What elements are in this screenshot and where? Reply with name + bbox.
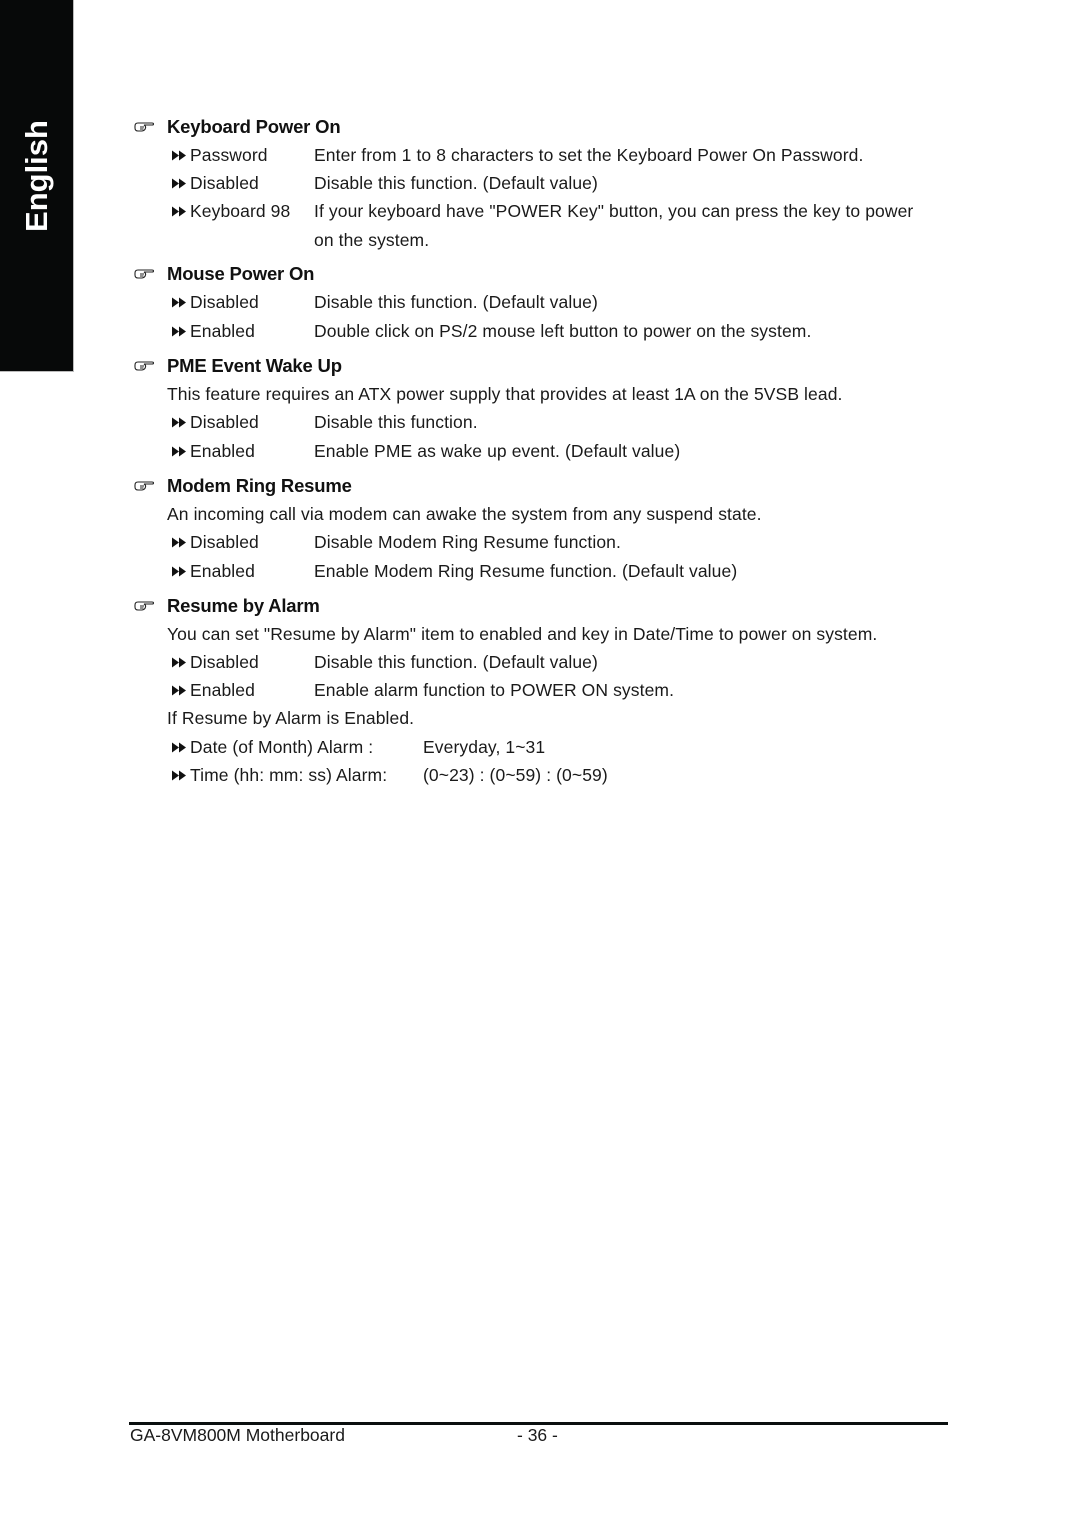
option-label: Disabled	[171, 652, 259, 673]
double-arrow-bullet-icon	[171, 178, 187, 189]
section-title: Modem Ring Resume	[167, 475, 352, 496]
option-description: If your keyboard have "POWER Key" button…	[314, 201, 914, 221]
double-arrow-bullet-icon	[171, 770, 187, 781]
pointing-hand-icon	[134, 360, 154, 372]
footer-page-number: - 36 -	[517, 1425, 558, 1445]
side-tab-label: English	[19, 120, 54, 232]
option-label: Disabled	[171, 292, 259, 313]
option-description: Disable this function. (Default value)	[314, 652, 598, 672]
section-intro: An incoming call via modem can awake the…	[167, 504, 762, 524]
double-arrow-bullet-icon	[171, 446, 187, 457]
section-intro: This feature requires an ATX power suppl…	[167, 384, 843, 404]
option-description: Disable this function. (Default value)	[314, 292, 598, 312]
option-description: Double click on PS/2 mouse left button t…	[314, 321, 812, 341]
double-arrow-bullet-icon	[171, 326, 187, 337]
section-intro: You can set "Resume by Alarm" item to en…	[167, 624, 878, 644]
pointing-hand-icon	[134, 600, 154, 612]
footer-model-name: GA-8VM800M Motherboard	[130, 1425, 345, 1445]
section-title: Keyboard Power On	[167, 116, 341, 137]
option-description: Enable alarm function to POWER ON system…	[314, 680, 675, 700]
double-arrow-bullet-icon	[171, 685, 187, 696]
option-label: Disabled	[171, 532, 259, 553]
pointing-hand-icon	[134, 268, 154, 280]
alarm-setting-label: Date (of Month) Alarm :	[171, 737, 373, 758]
option-description: Disable this function.	[314, 412, 478, 432]
section-title: PME Event Wake Up	[167, 355, 342, 376]
option-description: Enter from 1 to 8 characters to set the …	[314, 145, 864, 165]
double-arrow-bullet-icon	[171, 417, 187, 428]
pointing-hand-icon	[134, 121, 154, 133]
option-label: Password	[171, 145, 268, 166]
double-arrow-bullet-icon	[171, 150, 187, 161]
alarm-setting-label: Time (hh: mm: ss) Alarm:	[171, 765, 387, 786]
option-label: Keyboard 98	[171, 201, 290, 222]
option-label: Enabled	[171, 680, 255, 701]
alarm-setting-value: Everyday, 1~31	[423, 737, 546, 757]
option-description: Disable this function. (Default value)	[314, 173, 598, 193]
option-label: Disabled	[171, 173, 259, 194]
option-description-continued: on the system.	[314, 230, 430, 250]
double-arrow-bullet-icon	[171, 537, 187, 548]
alarm-note: If Resume by Alarm is Enabled.	[167, 708, 415, 728]
double-arrow-bullet-icon	[171, 566, 187, 577]
section-title: Resume by Alarm	[167, 595, 320, 616]
section-title: Mouse Power On	[167, 263, 315, 284]
language-side-tab: English	[0, 0, 74, 372]
option-description: Enable PME as wake up event. (Default va…	[314, 441, 681, 461]
pointing-hand-icon	[134, 480, 154, 492]
option-label: Enabled	[171, 321, 255, 342]
option-description: Disable Modem Ring Resume function.	[314, 532, 621, 552]
double-arrow-bullet-icon	[171, 297, 187, 308]
double-arrow-bullet-icon	[171, 206, 187, 217]
option-label: Disabled	[171, 412, 259, 433]
double-arrow-bullet-icon	[171, 742, 187, 753]
double-arrow-bullet-icon	[171, 657, 187, 668]
alarm-setting-value: (0~23) : (0~59) : (0~59)	[423, 765, 608, 785]
option-description: Enable Modem Ring Resume function. (Defa…	[314, 561, 738, 581]
option-label: Enabled	[171, 441, 255, 462]
option-label: Enabled	[171, 561, 255, 582]
